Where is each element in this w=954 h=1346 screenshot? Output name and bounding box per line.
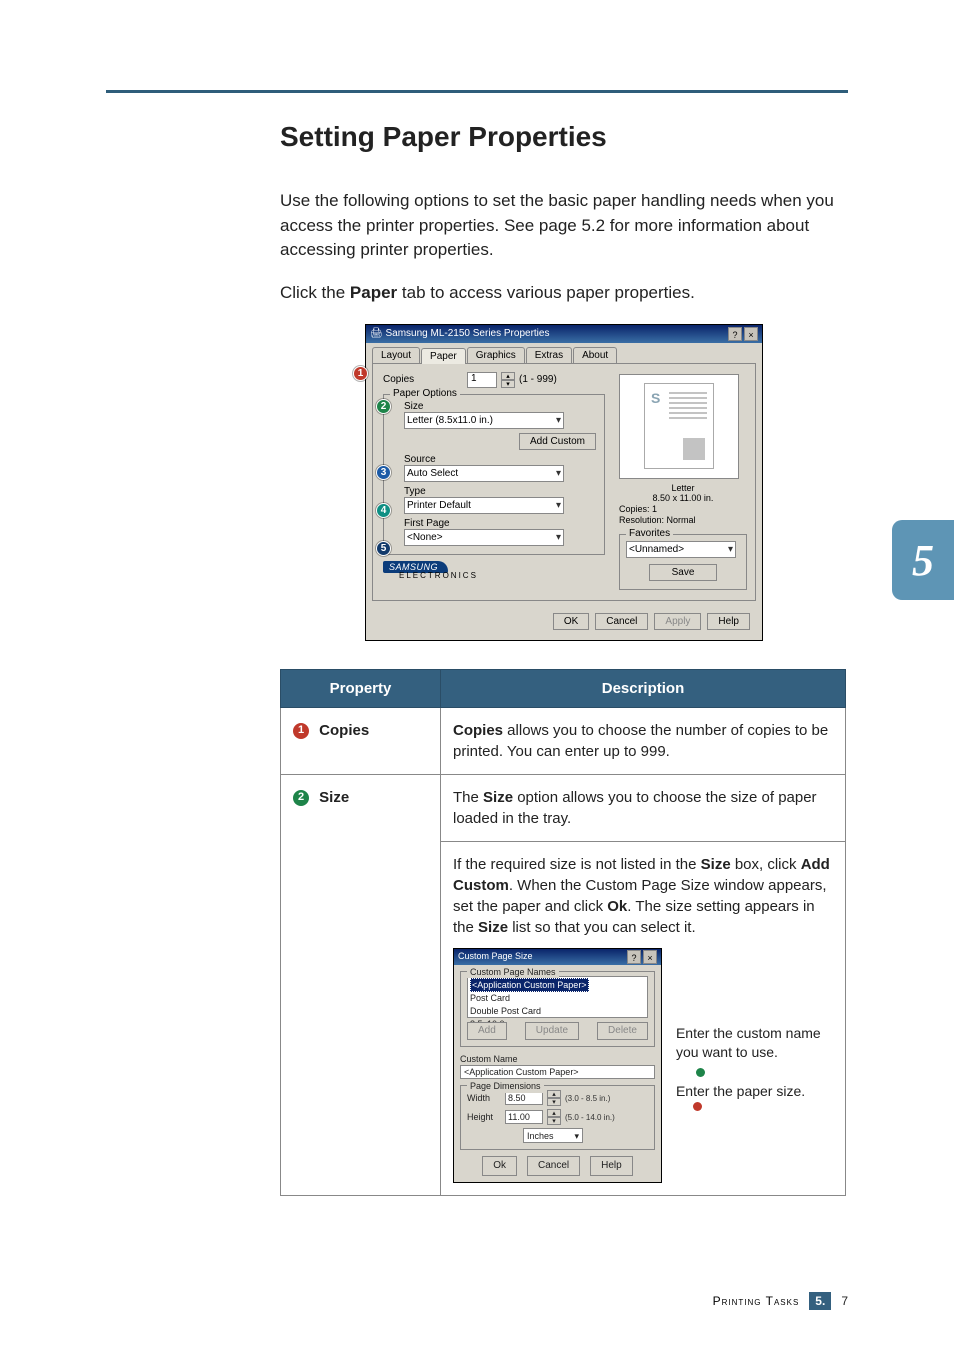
- row-copies-property: 1 Copies: [281, 707, 441, 774]
- help-icon[interactable]: ?: [728, 327, 742, 341]
- copies-range: (1 - 999): [519, 374, 557, 385]
- tab-graphics[interactable]: Graphics: [467, 347, 525, 363]
- callout-4: 4: [376, 503, 391, 518]
- row-size-property: 2 Size: [281, 774, 441, 1196]
- size-select[interactable]: Letter (8.5x11.0 in.): [404, 412, 564, 429]
- mini-close-icon[interactable]: ×: [643, 950, 657, 964]
- paper-options-legend: Paper Options: [390, 388, 460, 399]
- custom-names-group: Custom Page Names <Application Custom Pa…: [460, 971, 655, 1047]
- click-paper-line: Click the Paper tab to access various pa…: [280, 281, 848, 306]
- chapter-tab: 5: [892, 520, 954, 600]
- callout-2: 2: [376, 399, 391, 414]
- custom-name-label: Custom Name: [460, 1053, 655, 1066]
- dims-legend: Page Dimensions: [467, 1080, 544, 1093]
- favorites-select[interactable]: <Unnamed>: [626, 541, 736, 558]
- height-input[interactable]: 11.00: [505, 1110, 543, 1124]
- tab-about[interactable]: About: [573, 347, 617, 363]
- page-footer: Printing Tasks 5.7: [713, 1292, 848, 1310]
- custom-page-size-dialog: Custom Page Size ? × Custom Page Names: [453, 948, 662, 1184]
- annot-paper-size: Enter the paper size.: [676, 1082, 833, 1101]
- mini-ok-button[interactable]: Ok: [482, 1156, 517, 1176]
- row-copies-desc: Copies allows you to choose the number o…: [441, 707, 846, 774]
- tab-layout[interactable]: Layout: [372, 347, 420, 363]
- footer-section: Printing Tasks: [713, 1294, 800, 1308]
- callout-5: 5: [376, 541, 391, 556]
- first-page-select[interactable]: <None>: [404, 529, 564, 546]
- units-select[interactable]: Inches: [523, 1128, 583, 1143]
- type-select[interactable]: Printer Default: [404, 497, 564, 514]
- badge-2: 2: [293, 790, 309, 806]
- cancel-button[interactable]: Cancel: [595, 613, 648, 630]
- first-page-label: First Page: [404, 518, 596, 529]
- page-title: Setting Paper Properties: [280, 121, 848, 153]
- app-icon: 🖨: [370, 328, 383, 339]
- preview-info: Letter 8.50 x 11.00 in. Copies: 1 Resolu…: [619, 483, 747, 526]
- size-label: Size: [404, 401, 596, 412]
- intro-paragraph: Use the following options to set the bas…: [280, 189, 848, 263]
- width-input[interactable]: 8.50: [505, 1091, 543, 1105]
- apply-button[interactable]: Apply: [654, 613, 701, 630]
- mini-cancel-button[interactable]: Cancel: [527, 1156, 580, 1176]
- save-button[interactable]: Save: [649, 564, 718, 581]
- row-size-desc: The Size option allows you to choose the…: [441, 774, 846, 1196]
- custom-names-list[interactable]: <Application Custom Paper> Post Card Dou…: [467, 976, 648, 1018]
- copies-label: Copies: [383, 374, 433, 385]
- mini-dialog-title: Custom Page Size: [458, 950, 533, 963]
- source-label: Source: [404, 454, 596, 465]
- annot-dot-size: [693, 1102, 702, 1111]
- page-dimensions-group: Page Dimensions Width 8.50 ▴▾ (3.0 - 8.5…: [460, 1085, 655, 1150]
- mini-help-icon[interactable]: ?: [627, 950, 641, 964]
- tab-extras[interactable]: Extras: [526, 347, 572, 363]
- mini-update-button[interactable]: Update: [525, 1022, 579, 1040]
- favorites-group: Favorites <Unnamed> Save: [619, 534, 747, 590]
- help-button[interactable]: Help: [707, 613, 750, 630]
- printer-properties-dialog: 🖨 Samsung ML-2150 Series Properties ? × …: [365, 324, 763, 641]
- tab-paper[interactable]: Paper: [421, 348, 466, 364]
- add-custom-button[interactable]: Add Custom: [519, 433, 596, 450]
- custom-name-input[interactable]: <Application Custom Paper>: [460, 1065, 655, 1079]
- mini-help-button[interactable]: Help: [590, 1156, 633, 1176]
- brand-sub: ELECTRONICS: [399, 571, 605, 580]
- source-select[interactable]: Auto Select: [404, 465, 564, 482]
- ok-button[interactable]: OK: [553, 613, 589, 630]
- type-label: Type: [404, 486, 596, 497]
- annot-custom-name: Enter the custom name you want to use.: [676, 1024, 833, 1062]
- close-icon[interactable]: ×: [744, 327, 758, 341]
- paper-options-group: Paper Options 2 Size Letter (8.5x11.0 in…: [383, 394, 605, 555]
- copies-input[interactable]: 1: [467, 372, 497, 388]
- favorites-legend: Favorites: [626, 528, 673, 539]
- dialog-title: Samsung ML-2150 Series Properties: [385, 328, 549, 339]
- col-property: Property: [281, 669, 441, 707]
- preview-box: S: [619, 374, 739, 479]
- mini-delete-button[interactable]: Delete: [597, 1022, 648, 1040]
- mini-add-button[interactable]: Add: [467, 1022, 507, 1040]
- custom-names-legend: Custom Page Names: [467, 966, 559, 979]
- callout-3: 3: [376, 465, 391, 480]
- col-description: Description: [441, 669, 846, 707]
- height-range: (5.0 - 14.0 in.): [565, 1112, 615, 1123]
- badge-1: 1: [293, 723, 309, 739]
- dialog-tabs: Layout Paper Graphics Extras About: [366, 343, 762, 363]
- properties-table: Property Description 1 Copies Copies all…: [280, 669, 846, 1197]
- width-label: Width: [467, 1092, 501, 1105]
- callout-1: 1: [353, 366, 368, 381]
- width-range: (3.0 - 8.5 in.): [565, 1093, 610, 1104]
- height-label: Height: [467, 1111, 501, 1124]
